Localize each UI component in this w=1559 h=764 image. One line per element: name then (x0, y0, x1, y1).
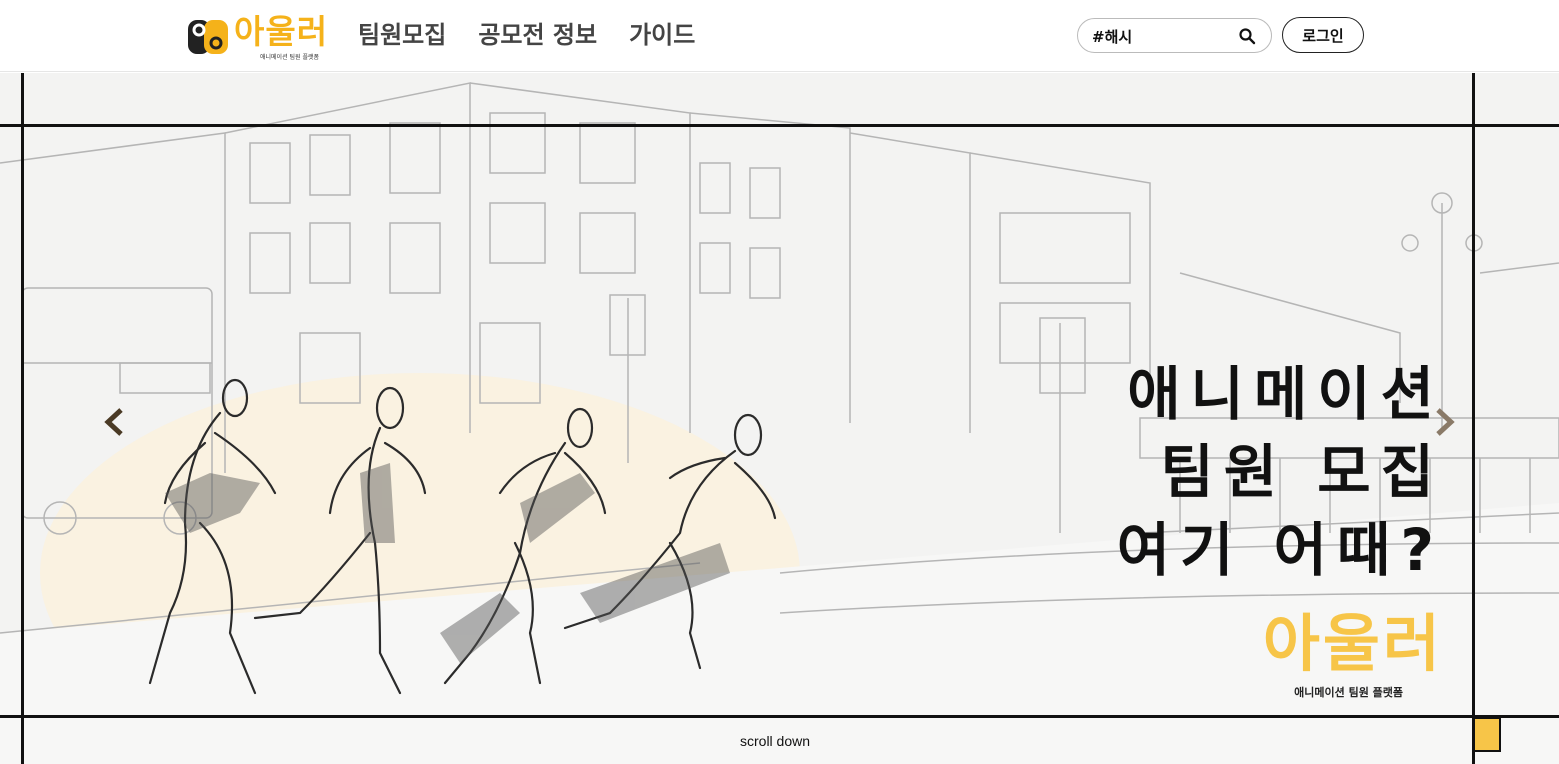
decorative-yellow-box (1473, 717, 1501, 752)
frame-line-bottom (0, 715, 1559, 718)
headline-line-2: 팀원 모집 (1160, 438, 1444, 506)
nav-item-guide[interactable]: 가이드 (629, 18, 695, 52)
hero-headline: 애니메이션 팀원 모집 여기 어때? (1117, 355, 1444, 589)
logo-subtitle: 애니메이션 팀원 플랫폼 (260, 54, 320, 61)
scroll-down-link[interactable]: scroll down (740, 733, 810, 749)
search-icon[interactable] (1238, 27, 1256, 45)
frame-line-top (0, 124, 1559, 127)
nav-item-contest[interactable]: 공모전 정보 (478, 18, 597, 52)
logo[interactable]: 아울러 애니메이션 팀원 플랫폼 (186, 12, 331, 62)
logo-icon (188, 20, 228, 54)
logo-text: 아울러 (234, 12, 329, 51)
search-input[interactable] (1092, 25, 1232, 47)
hero-brand-name: 아울러 (1262, 607, 1443, 680)
login-button[interactable]: 로그인 (1282, 17, 1364, 53)
headline-line-3: 여기 어때? (1116, 516, 1444, 584)
hero-brand-subtitle: 애니메이션 팀원 플랫폼 (1294, 686, 1403, 699)
chevron-left-icon[interactable] (103, 407, 127, 437)
frame-line-left (21, 73, 24, 764)
main-nav: 팀원모집 공모전 정보 가이드 (358, 18, 695, 52)
site-header: 아울러 애니메이션 팀원 플랫폼 팀원모집 공모전 정보 가이드 로그인 (0, 0, 1559, 72)
frame-line-right (1472, 73, 1475, 764)
nav-item-recruit[interactable]: 팀원모집 (358, 18, 446, 52)
headline-line-1: 애니메이션 (1127, 360, 1444, 428)
search-box (1077, 18, 1272, 53)
hero-banner: 애니메이션 팀원 모집 여기 어때? 아울러 애니메이션 팀원 플랫폼 scro… (0, 73, 1559, 764)
